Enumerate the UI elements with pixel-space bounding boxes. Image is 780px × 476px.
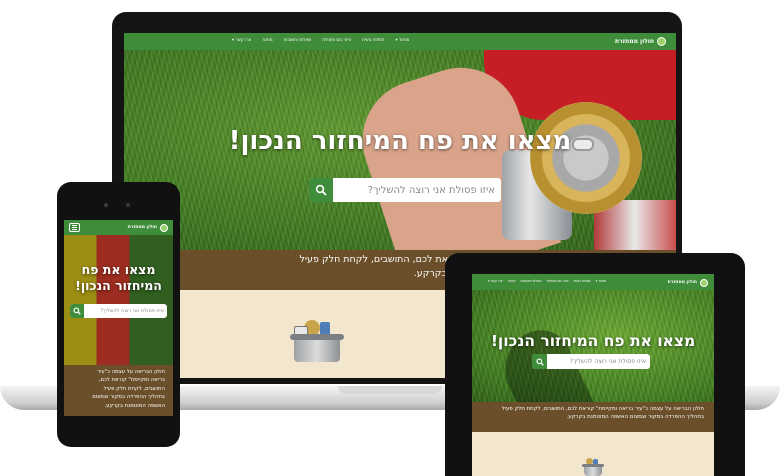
search-bar[interactable]: איזו פסולת אני רוצה להשליך? xyxy=(309,178,501,202)
hamburger-icon[interactable] xyxy=(69,223,80,232)
nav-link-faq[interactable]: שאלות ותשובות xyxy=(284,37,312,42)
info-line: האשפה המוטמנת בקרקע. xyxy=(104,402,165,409)
info-text: חולון הבריאה על עצמה כ"עיר בריאה ומקיימת… xyxy=(92,368,165,410)
hero-title-line: מצאו את פח xyxy=(81,262,156,277)
magnifier-icon xyxy=(315,184,327,196)
nav-link-contact[interactable]: צרו קשר ▾ xyxy=(488,279,503,283)
mobile-nav: חולון ממחזרת xyxy=(64,220,173,235)
nav-link-bulk-waste[interactable]: פסולת גושית xyxy=(573,279,590,283)
phone-camera xyxy=(104,203,108,207)
recycle-logo-icon xyxy=(700,278,708,287)
search-input[interactable]: איזו פסולת אני רוצה להשליך? xyxy=(368,178,501,202)
info-line: התושבים, לקחת חלק פעיל xyxy=(103,385,165,392)
hero-title: מצאו את פח המיחזור הנכון! xyxy=(490,332,696,350)
logo-text: חולון ממחזרת xyxy=(615,38,654,45)
tablet-screen: חולון ממחזרת מחזור ▾ פסולת גושית פינוי ג… xyxy=(472,274,714,476)
site-logo[interactable]: חולון ממחזרת xyxy=(615,35,666,48)
info-strip: חולון הבריאה על עצמה כ"עיר בריאה ומקיימת… xyxy=(472,402,714,432)
nav-link-recycling[interactable]: מחזור ▾ xyxy=(395,37,409,42)
laptop-notch xyxy=(338,386,442,394)
info-line: בתהליך ההפרדה במקור וצמצום האשפה המוטמנת… xyxy=(566,414,704,421)
info-line: חולון הבריאה על עצמה כ"עיר בריאה ומקיימת… xyxy=(501,406,704,412)
search-button[interactable] xyxy=(532,354,547,369)
recycle-logo-icon xyxy=(657,37,666,46)
hero-title-line: המיחזור הנכון! xyxy=(75,277,162,293)
search-input[interactable]: איזו פסולת אני רוצה להשליך? xyxy=(570,354,650,369)
info-line: בריאה ומקיימת" קוראת לכם, xyxy=(98,377,165,384)
hero-title: מצאו את פח המיחזור הנכון! xyxy=(228,126,572,156)
nav-links: מחזור ▾ פסולת גושית פינוי גזם ופסולת שאל… xyxy=(488,279,606,283)
phone-sensor xyxy=(126,203,130,207)
search-bar[interactable]: איזו פסולת אני רוצה להשליך? xyxy=(532,354,650,369)
search-bar[interactable]: איזו פסולת אני רוצה להשליך? xyxy=(70,304,167,318)
magnifier-icon xyxy=(535,357,544,366)
nav-link-recycling[interactable]: מחזור ▾ xyxy=(596,279,607,283)
info-strip: חולון הבריאה על עצמה כ"עיר בריאה ומקיימת… xyxy=(64,365,173,416)
top-nav: חולון ממחזרת מחזור ▾ פסולת גושית פינוי ג… xyxy=(124,33,676,50)
search-button[interactable] xyxy=(70,304,84,318)
bins-section xyxy=(472,432,714,476)
site-logo[interactable]: חולון ממחזרת xyxy=(668,276,708,289)
bin-body xyxy=(584,467,602,476)
recycle-logo-icon xyxy=(160,223,168,232)
nav-link-faq[interactable]: שאלות ותשובות xyxy=(521,279,542,283)
logo-text: חולון ממחזרת xyxy=(127,225,157,230)
tablet-nav: חולון ממחזרת מחזור ▾ פסולת גושית פינוי ג… xyxy=(472,274,714,290)
info-text: חולון הבריאה על עצמה כ"עיר בריאה ומקיימת… xyxy=(482,405,704,421)
magnifier-icon xyxy=(73,307,81,315)
can-top-photo xyxy=(530,102,642,214)
nav-link-recycling-2[interactable]: מחזור xyxy=(508,279,516,283)
nav-link-recycling-2[interactable]: מחזור xyxy=(262,37,273,42)
hero-banner: מצאו את פח המיחזור הנכון! איזו פסולת אני… xyxy=(124,50,676,250)
search-input[interactable]: איזו פסולת אני רוצה להשליך? xyxy=(100,304,167,318)
bin-body xyxy=(294,340,340,362)
phone-screen: חולון ממחזרת מצאו את פח המיחזור הנכון! א… xyxy=(64,220,173,416)
logo-text: חולון ממחזרת xyxy=(667,280,697,285)
nav-link-contact[interactable]: צרו קשר ▾ xyxy=(232,37,251,42)
nav-link-pruning[interactable]: פינוי גזם ופסולת xyxy=(322,37,351,42)
info-line: חולון הבריאה על עצמה כ"עיר xyxy=(97,369,165,375)
nav-link-pruning[interactable]: פינוי גזם ופסולת xyxy=(547,279,569,283)
photo-overlay xyxy=(64,235,173,365)
nav-links: מחזור ▾ פסולת גושית פינוי גזם ופסולת שאל… xyxy=(232,37,409,42)
search-button[interactable] xyxy=(309,178,333,202)
info-line: בתהליך ההפרדה במקור וצמצום xyxy=(92,394,165,401)
nav-link-bulk-waste[interactable]: פסולת גושית xyxy=(362,37,384,42)
hero-title: מצאו את פח המיחזור הנכון! xyxy=(64,262,173,293)
site-logo[interactable]: חולון ממחזרת xyxy=(128,221,168,234)
